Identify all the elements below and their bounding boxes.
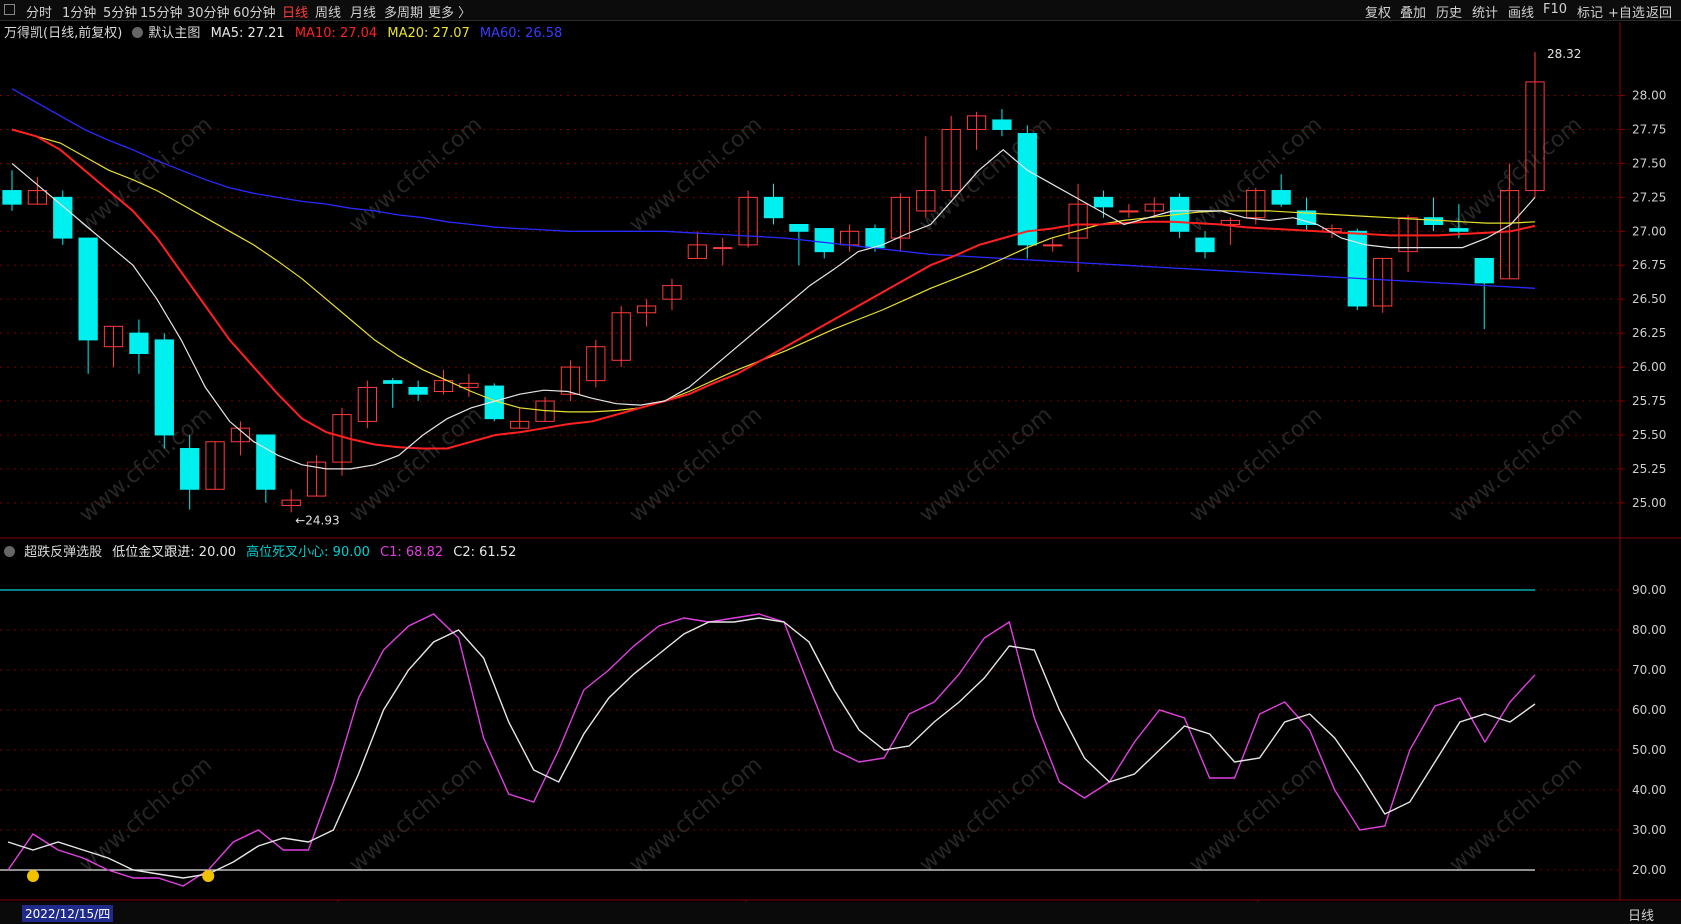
candle-body xyxy=(256,434,276,490)
c2-line xyxy=(7,617,1536,879)
price-tick-label: 27.25 xyxy=(1632,190,1666,204)
indicator-tick-label: 90.00 xyxy=(1632,583,1666,597)
price-tick-label: 27.75 xyxy=(1632,122,1666,136)
high-cross-label: 高位死叉小心: 90.00 xyxy=(246,545,370,560)
ma20-label: MA20: 27.07 xyxy=(387,26,470,41)
stock-title[interactable]: 万得凯(日线,前复权) xyxy=(4,26,122,41)
watermark-text: www.cfchi.com xyxy=(625,752,767,877)
watermark-text: www.cfchi.com xyxy=(1185,402,1327,527)
watermark-text: www.cfchi.com xyxy=(75,112,217,237)
low-cross-label: 低位金叉跟进: 20.00 xyxy=(112,545,237,560)
watermark-text: www.cfchi.com xyxy=(1445,752,1587,877)
ma60-label: MA60: 26.58 xyxy=(479,26,563,41)
ma10-label: MA10: 27.04 xyxy=(294,26,378,41)
period-indicator[interactable]: 日线 xyxy=(1628,905,1654,924)
price-tick-label: 25.75 xyxy=(1632,394,1666,408)
price-tick-label: 25.25 xyxy=(1632,462,1666,476)
smiley-icon xyxy=(27,870,40,882)
candle-body xyxy=(1271,190,1291,205)
min-price-label: ←24.93 xyxy=(295,513,339,527)
current-date-label: 2022/12/15/四 xyxy=(22,905,114,922)
indicator-tick-label: 20.00 xyxy=(1632,863,1666,877)
max-price-label: 28.32 xyxy=(1547,47,1581,61)
candle-body xyxy=(2,190,22,205)
indicator-name[interactable]: 超跌反弹选股 xyxy=(24,545,102,560)
price-tick-label: 26.25 xyxy=(1632,326,1666,340)
indicator-tick-label: 60.00 xyxy=(1632,703,1666,717)
candle-body xyxy=(1423,217,1444,226)
sub-chart-header: 超跌反弹选股 低位金叉跟进: 20.00 高位死叉小心: 90.00 C1: 6… xyxy=(4,541,516,560)
watermark-text: www.cfchi.com xyxy=(915,752,1057,877)
settings-circle-icon[interactable] xyxy=(4,546,15,557)
price-tick-label: 25.50 xyxy=(1632,428,1666,442)
watermark-text: www.cfchi.com xyxy=(625,402,767,527)
watermark-text: www.cfchi.com xyxy=(1445,402,1587,527)
chart-canvas: www.cfchi.com www.cfchi.com www.cfchi.com w… xyxy=(0,22,1681,921)
candle-body xyxy=(1195,237,1215,253)
candle-body xyxy=(1474,257,1494,284)
candle-body xyxy=(713,247,733,250)
watermark-text: www.cfchi.com xyxy=(75,752,217,877)
ma5-label: MA5: 27.21 xyxy=(210,26,285,41)
price-tick-label: 28.00 xyxy=(1632,89,1666,103)
ma10-line xyxy=(11,128,1536,450)
watermark-text: www.cfchi.com xyxy=(1185,752,1327,877)
template-label[interactable]: 默认主图 xyxy=(148,26,200,41)
settings-circle-icon[interactable] xyxy=(132,27,144,38)
indicator-tick-label: 70.00 xyxy=(1632,663,1666,677)
watermark-text: www.cfchi.com xyxy=(625,112,767,237)
candle-body xyxy=(1017,133,1037,246)
c2-label: C2: 61.52 xyxy=(453,545,517,560)
indicator-tick-label: 30.00 xyxy=(1632,823,1666,837)
candle-body xyxy=(1119,210,1139,213)
price-tick-label: 27.50 xyxy=(1632,156,1666,170)
ma20-line xyxy=(11,128,1536,413)
price-tick-label: 26.00 xyxy=(1632,360,1666,374)
candle-body xyxy=(383,380,403,384)
smiley-icon xyxy=(202,870,215,882)
candle-body xyxy=(763,196,784,219)
candle-body xyxy=(53,196,73,239)
price-tick-label: 26.50 xyxy=(1632,292,1666,306)
watermark-text: www.cfchi.com xyxy=(345,112,487,237)
candle-body xyxy=(180,448,200,490)
candle-body xyxy=(1449,228,1469,232)
candle-body xyxy=(1093,196,1114,208)
c1-label: C1: 68.82 xyxy=(380,545,444,560)
candle-body xyxy=(814,228,834,253)
candle-body xyxy=(789,224,809,232)
candle-body xyxy=(1043,244,1063,247)
candle-body xyxy=(992,119,1012,130)
price-tick-label: 27.00 xyxy=(1632,224,1666,238)
candle-body xyxy=(129,332,149,354)
price-tick-label: 25.00 xyxy=(1632,496,1666,510)
date-axis-bar: 2022/12/15/四 日线 xyxy=(0,902,1681,924)
price-tick-label: 26.75 xyxy=(1632,258,1666,272)
candle-body xyxy=(408,386,428,395)
candle-body xyxy=(154,339,174,436)
watermark-text: www.cfchi.com xyxy=(915,402,1057,527)
indicator-tick-label: 40.00 xyxy=(1632,783,1666,797)
indicator-tick-label: 80.00 xyxy=(1632,623,1666,637)
indicator-tick-label: 50.00 xyxy=(1632,743,1666,757)
watermark-text: www.cfchi.com xyxy=(345,752,487,877)
candle-body xyxy=(78,237,98,341)
main-chart-header: 万得凯(日线,前复权) 默认主图 MA5: 27.21 MA10: 27.04 … xyxy=(4,22,562,41)
